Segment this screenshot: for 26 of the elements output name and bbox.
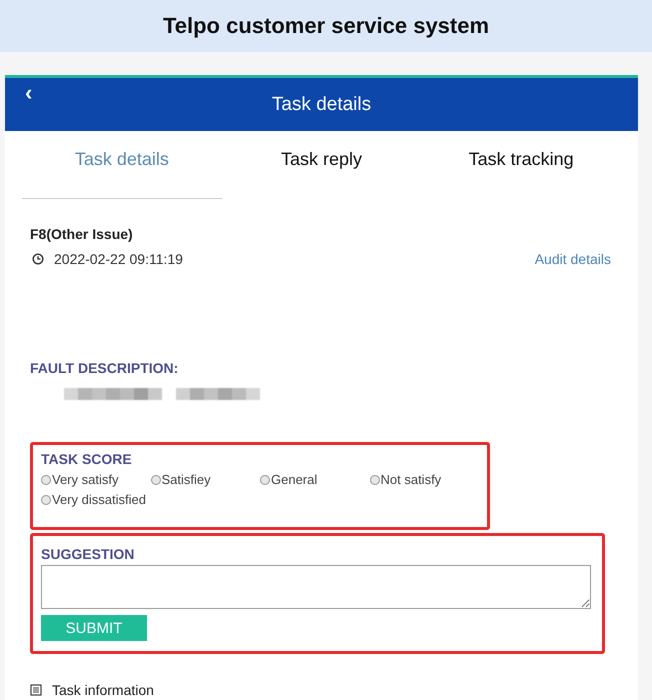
list-icon <box>30 684 42 696</box>
task-time: 2022-02-22 09:11:19 <box>54 251 183 267</box>
radio-circle[interactable] <box>41 474 51 484</box>
radio-circle[interactable] <box>370 474 380 484</box>
radio-circle[interactable] <box>260 474 270 484</box>
section-label: FAULT DESCRIPTION: <box>30 360 180 376</box>
score-radio[interactable]: Very satisfy <box>41 472 150 487</box>
tab[interactable]: Task reply <box>222 131 422 199</box>
audit-details-link[interactable]: Audit details <box>534 251 611 267</box>
task-name: F8(Other Issue) <box>30 226 134 242</box>
score-radio[interactable]: General <box>260 472 370 487</box>
suggestion-field[interactable] <box>41 565 591 609</box>
score-radio[interactable]: Satisfiey <box>150 472 260 487</box>
tab[interactable]: Task tracking <box>421 131 622 199</box>
page-title: Task details <box>272 94 372 116</box>
score-radio[interactable]: Not satisfy <box>370 472 479 487</box>
section-label: TASK SCORE <box>41 451 133 467</box>
radio-circle[interactable] <box>41 494 51 504</box>
score-radio[interactable]: Very dissatisfied <box>41 492 150 507</box>
task-information-heading: Task information <box>52 682 154 698</box>
section-label: SUGGESTION <box>41 546 136 562</box>
back-button[interactable]: ‹ <box>19 80 38 106</box>
clock-icon <box>32 253 44 265</box>
radio-circle[interactable] <box>150 474 160 484</box>
app-title: Telpo customer service system <box>162 13 490 39</box>
tab[interactable]: Task details <box>22 131 222 199</box>
